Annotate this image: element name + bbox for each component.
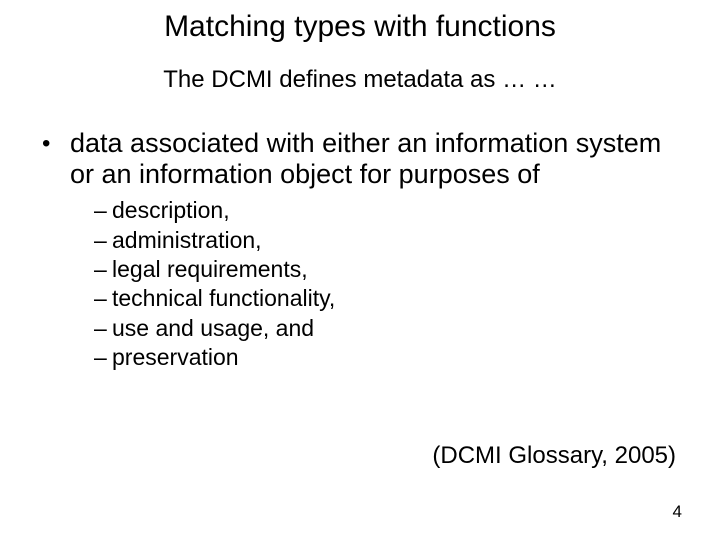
- citation-text: (DCMI Glossary, 2005): [432, 442, 676, 470]
- page-number: 4: [673, 502, 682, 522]
- bullet-level1: • data associated with either an informa…: [42, 128, 678, 190]
- bullet-level1-text: data associated with either an informati…: [70, 128, 678, 190]
- bullet-level2: – administration,: [94, 226, 678, 255]
- bullet-level2: – legal requirements,: [94, 255, 678, 284]
- bullet-level2: – use and usage, and: [94, 314, 678, 343]
- bullet-level2: – technical functionality,: [94, 284, 678, 313]
- slide: Matching types with functions The DCMI d…: [0, 0, 720, 540]
- slide-subtitle: The DCMI defines metadata as … …: [0, 66, 720, 94]
- bullet-level2: – description,: [94, 196, 678, 225]
- slide-body: • data associated with either an informa…: [42, 128, 678, 373]
- bullet-level2-text: legal requirements,: [112, 255, 308, 284]
- bullet-dash-icon: –: [94, 314, 112, 343]
- bullet-level2-text: technical functionality,: [112, 284, 335, 313]
- bullet-level2-text: use and usage, and: [112, 314, 314, 343]
- bullet-dash-icon: –: [94, 343, 112, 372]
- bullet-dash-icon: –: [94, 255, 112, 284]
- slide-title: Matching types with functions: [0, 10, 720, 44]
- bullet-level2-text: preservation: [112, 343, 239, 372]
- bullet-dot-icon: •: [42, 128, 70, 159]
- bullet-dash-icon: –: [94, 284, 112, 313]
- bullet-level2-text: administration,: [112, 226, 262, 255]
- bullet-dash-icon: –: [94, 226, 112, 255]
- sub-bullet-list: – description, – administration, – legal…: [94, 196, 678, 373]
- bullet-level2: – preservation: [94, 343, 678, 372]
- bullet-dash-icon: –: [94, 196, 112, 225]
- bullet-level2-text: description,: [112, 196, 230, 225]
